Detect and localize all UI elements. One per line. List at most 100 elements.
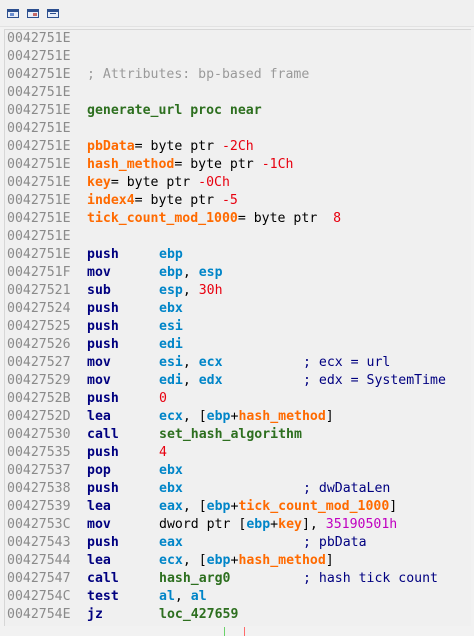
instruction-operands[interactable]: esi, ecx	[159, 354, 223, 372]
operand-fn[interactable]: set_hash_algorithm	[159, 427, 302, 442]
operand-reg: al	[190, 589, 207, 604]
address-label: 00427538	[7, 481, 71, 496]
instruction-mnemonic: push	[87, 301, 119, 316]
graph-edge-true	[224, 627, 225, 636]
operand-reg: ebx	[159, 463, 183, 478]
instruction-operands[interactable]: ebx	[159, 462, 183, 480]
instruction-mnemonic: push	[87, 391, 119, 406]
stack-variable-name[interactable]: tick_count_mod_1000	[87, 211, 238, 226]
operand-name[interactable]: hash_method	[238, 409, 325, 424]
stack-variable-offset: -5	[221, 193, 238, 208]
stack-variable-name[interactable]: pbData	[87, 139, 135, 154]
operand-plain: , [	[182, 499, 207, 514]
address-label: 0042751E	[7, 157, 71, 172]
address-label: 00427524	[7, 301, 71, 316]
instruction-operands[interactable]: edi	[159, 336, 183, 354]
instruction-mnemonic: push	[87, 445, 119, 460]
operand-name[interactable]: tick_count_mod_1000	[238, 499, 389, 514]
instruction-operands[interactable]: hash_arg0	[159, 570, 230, 588]
operand-fn[interactable]: loc_427659	[159, 607, 238, 622]
instruction-operands[interactable]: ebp, esp	[159, 264, 223, 282]
instruction-operands[interactable]: dword ptr [ebp+key], 35190501h	[159, 516, 397, 534]
operand-plain: dword ptr [	[159, 517, 247, 532]
address-label: 0042752B	[7, 391, 71, 406]
instruction-mnemonic: lea	[87, 409, 111, 424]
operand-reg: al	[159, 589, 175, 604]
instruction-operands[interactable]: esi	[159, 318, 183, 336]
operand-plain: ]	[325, 553, 334, 568]
operand-plain: +	[270, 517, 279, 532]
operand-fn[interactable]: hash_arg0	[159, 571, 230, 586]
instruction-mnemonic: lea	[87, 553, 111, 568]
address-label: 0042751E	[7, 175, 71, 190]
instruction-mnemonic: pop	[87, 463, 111, 478]
instruction-mnemonic: mov	[87, 373, 111, 388]
address-label: 00427526	[7, 337, 71, 352]
procedure-header[interactable]: generate_url proc near	[87, 102, 262, 120]
instruction-mnemonic: lea	[87, 499, 111, 514]
address-label: 00427547	[7, 571, 71, 586]
stack-variable-decl[interactable]: index4= byte ptr -5	[87, 192, 238, 210]
function-comment: ; Attributes: bp-based frame	[87, 67, 310, 82]
instruction-operands[interactable]: esp, 30h	[159, 282, 223, 300]
instruction-mnemonic: sub	[87, 283, 111, 298]
instruction-operands[interactable]: 0	[159, 390, 167, 408]
instruction-mnemonic: push	[87, 319, 119, 334]
stack-variable-decl[interactable]: tick_count_mod_1000= byte ptr 8	[87, 210, 341, 228]
view-toolbar	[0, 0, 474, 27]
instruction-operands[interactable]: 4	[159, 444, 167, 462]
address-label: 0042751E	[7, 103, 71, 118]
operand-plain: ]	[325, 409, 334, 424]
operand-reg: ebp	[159, 265, 183, 280]
proximity-view-icon[interactable]	[27, 9, 39, 18]
instruction-comment: ; pbData	[303, 535, 367, 550]
address-label: 0042751E	[7, 31, 71, 46]
operand-name[interactable]: key	[278, 517, 302, 532]
address-label: 0042753C	[7, 517, 71, 532]
instruction-operands[interactable]: ebp	[159, 246, 183, 264]
address-label: 0042751E	[7, 67, 71, 82]
stack-variable-name[interactable]: hash_method	[87, 157, 174, 172]
stack-variable-decl[interactable]: hash_method= byte ptr -1Ch	[87, 156, 293, 174]
stack-variable-type: = byte ptr	[174, 157, 262, 172]
graph-view-icon[interactable]	[7, 9, 19, 18]
address-label: 0042751E	[7, 49, 71, 64]
text-view-icon[interactable]	[47, 9, 59, 18]
instruction-operands[interactable]: eax	[159, 534, 183, 552]
instruction-operands[interactable]: set_hash_algorithm	[159, 426, 302, 444]
stack-variable-name[interactable]: key	[87, 175, 111, 190]
stack-variable-name[interactable]: index4	[87, 193, 135, 208]
operand-num: 30h	[198, 283, 223, 298]
operand-reg: ebp	[206, 553, 231, 568]
operand-reg: ecx	[198, 355, 223, 370]
operand-reg: ebx	[159, 301, 183, 316]
instruction-operands[interactable]: loc_427659	[159, 606, 238, 624]
instruction-operands[interactable]: ebx	[159, 480, 183, 498]
instruction-operands[interactable]: eax, [ebp+tick_count_mod_1000]	[159, 498, 397, 516]
instruction-mnemonic: test	[87, 589, 119, 604]
address-label: 0042754C	[7, 589, 71, 604]
stack-variable-type: = byte ptr	[134, 193, 222, 208]
stack-variable-decl[interactable]: pbData= byte ptr -2Ch	[87, 138, 254, 156]
address-label: 00427537	[7, 463, 71, 478]
address-label: 00427530	[7, 427, 71, 442]
stack-variable-decl[interactable]: key= byte ptr -0Ch	[87, 174, 230, 192]
instruction-operands[interactable]: ebx	[159, 300, 183, 318]
operand-reg: ecx	[159, 409, 183, 424]
address-label: 00427543	[7, 535, 71, 550]
instruction-operands[interactable]: ecx, [ebp+hash_method]	[159, 408, 334, 426]
disassembly-listing[interactable]: 0042751E 0042751E 0042751E ; Attributes: bp…	[4, 29, 471, 626]
operand-reg: ebp	[159, 247, 183, 262]
stack-variable-type: = byte ptr	[110, 175, 199, 190]
instruction-operands[interactable]: al, al	[159, 588, 207, 606]
disassembly-window: 0042751E 0042751E 0042751E ; Attributes: bp…	[0, 0, 474, 636]
operand-reg: ebp	[206, 409, 231, 424]
instruction-operands[interactable]: ecx, [ebp+hash_method]	[159, 552, 334, 570]
instruction-comment: ; ecx = url	[303, 355, 391, 370]
instruction-mnemonic: push	[87, 247, 119, 262]
instruction-comment: ; hash tick count	[303, 571, 438, 586]
operand-reg: eax	[159, 499, 183, 514]
instruction-operands[interactable]: edi, edx	[159, 372, 223, 390]
address-label: 0042751F	[7, 265, 71, 280]
operand-name[interactable]: hash_method	[238, 553, 325, 568]
